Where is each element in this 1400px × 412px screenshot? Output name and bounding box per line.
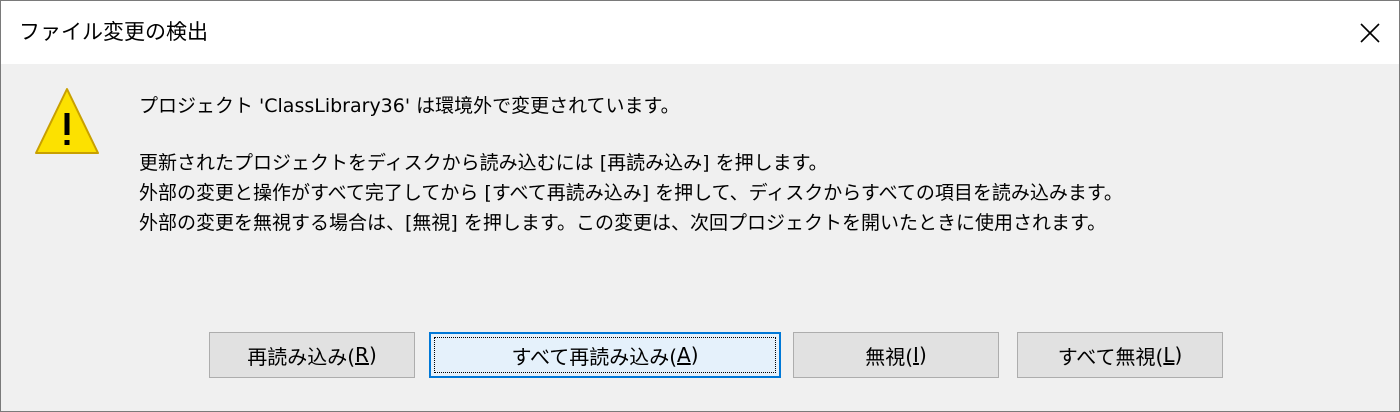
close-icon: [1360, 22, 1380, 43]
message-headline: プロジェクト 'ClassLibrary36' は環境外で変更されています。: [139, 95, 680, 117]
warning-icon: [35, 88, 99, 154]
reload-button[interactable]: 再読み込み(R): [209, 332, 415, 378]
message-body: 更新されたプロジェクトをディスクから読み込むには [再読み込み] を押します。 …: [139, 148, 1123, 238]
ignore-all-button-label: すべて無視(: [1057, 344, 1164, 369]
file-change-dialog: ファイル変更の検出 プロジェクト 'ClassLibrary36' は環境外で変…: [0, 0, 1400, 412]
reload-button-suffix: ): [368, 343, 377, 367]
reload-all-button[interactable]: すべて再読み込み(A): [429, 332, 781, 378]
message-line-reload-all: 外部の変更と操作がすべて完了してから [すべて再読み込み] を押して、ディスクか…: [139, 182, 1123, 204]
message-line-ignore: 外部の変更を無視する場合は、[無視] を押します。この変更は、次回プロジェクトを…: [139, 212, 1107, 234]
ignore-button-label: 無視(: [865, 344, 914, 369]
reload-all-button-suffix: ): [690, 343, 699, 367]
reload-all-button-accesskey: A: [677, 343, 691, 367]
message-line-reload: 更新されたプロジェクトをディスクから読み込むには [再読み込み] を押します。: [139, 152, 828, 174]
ignore-all-button-accesskey: L: [1163, 343, 1175, 367]
reload-button-accesskey: R: [355, 343, 369, 367]
reload-button-label: 再読み込み(: [247, 344, 356, 369]
reload-all-button-label: すべて再読み込み(: [511, 344, 678, 369]
ignore-button-suffix: ): [918, 343, 927, 367]
ignore-button[interactable]: 無視(I): [793, 332, 999, 378]
ignore-all-button-suffix: ): [1174, 343, 1183, 367]
window-title: ファイル変更の検出: [19, 20, 208, 44]
title-bar: ファイル変更の検出: [1, 1, 1399, 64]
ignore-all-button[interactable]: すべて無視(L): [1017, 332, 1223, 378]
close-button[interactable]: [1341, 1, 1399, 64]
